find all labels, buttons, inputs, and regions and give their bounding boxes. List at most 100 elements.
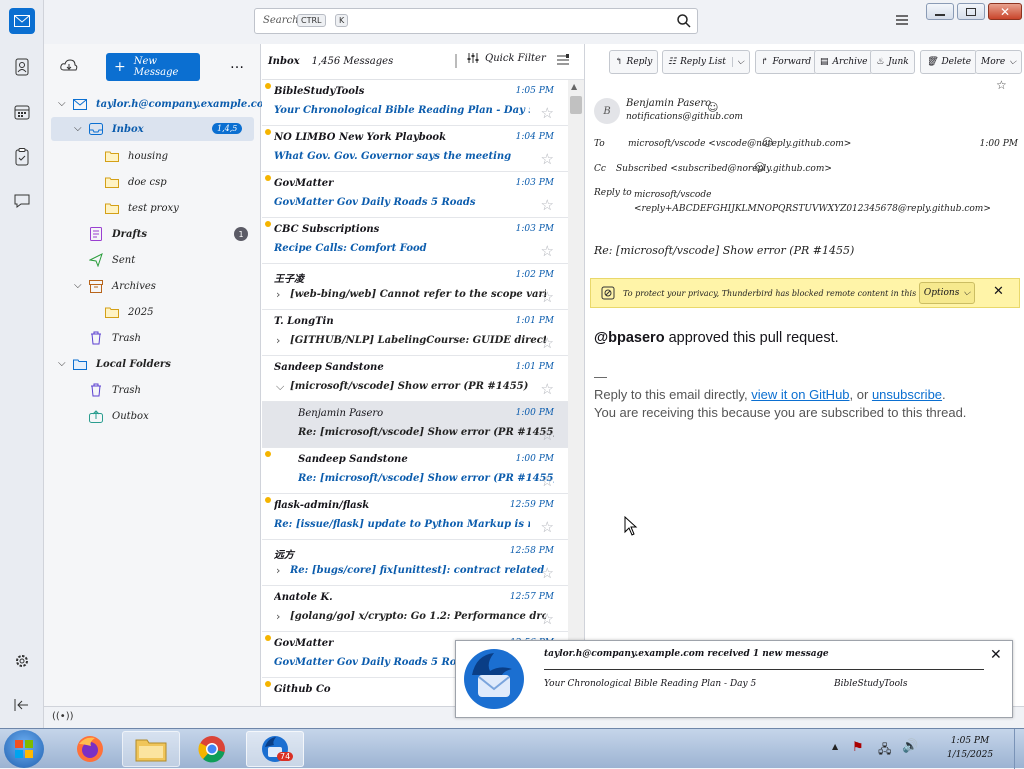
chevron-right-icon[interactable]: › bbox=[276, 610, 280, 623]
star-icon[interactable]: ☆ bbox=[541, 518, 554, 536]
message-row[interactable]: T. LongTin › [GITHUB/NLP] LabelingCourse: … bbox=[262, 310, 568, 356]
clock[interactable]: 1:05 PM 1/15/2025 bbox=[932, 734, 1008, 762]
online-status-icon[interactable]: ((•)) bbox=[52, 711, 74, 722]
more-button[interactable]: More ⌵ bbox=[975, 50, 1023, 74]
delete-button[interactable]: 🗑 Delete bbox=[920, 50, 978, 74]
close-notification-button[interactable]: ✕ bbox=[990, 647, 1002, 663]
network-icon[interactable]: 🖧 bbox=[878, 740, 891, 761]
star-icon[interactable]: ☆ bbox=[541, 334, 554, 352]
reply-button[interactable]: ↰ Reply bbox=[609, 50, 659, 74]
get-messages-button[interactable] bbox=[60, 58, 78, 77]
search-input[interactable]: Search... CTRL K bbox=[254, 8, 698, 34]
chevron-down-icon[interactable]: ⌵ bbox=[276, 380, 284, 394]
folder-archive-year[interactable]: 2025 bbox=[104, 301, 153, 323]
message-row[interactable]: 远方 › Re: [bugs/core] fix[unittest]: contra… bbox=[262, 540, 568, 586]
star-icon[interactable]: ☆ bbox=[541, 196, 554, 214]
scroll-up-icon[interactable]: ▲ bbox=[571, 82, 577, 91]
banner-options-button[interactable]: Options ⌵ bbox=[919, 282, 975, 304]
message-row[interactable]: flask-admin/flask Re: [issue/flask] updat… bbox=[262, 494, 568, 540]
taskbar-explorer[interactable] bbox=[122, 731, 180, 767]
action-center-icon[interactable]: ⚑ bbox=[852, 740, 864, 755]
contact-icon[interactable]: ☺ bbox=[762, 136, 773, 149]
folder-item[interactable]: test proxy bbox=[104, 197, 179, 219]
folder-inbox[interactable]: Inbox bbox=[88, 118, 144, 140]
chevron-down-icon[interactable]: ⌵ bbox=[74, 280, 82, 291]
chevron-down-icon[interactable]: ⌵ bbox=[58, 98, 66, 109]
chevron-right-icon[interactable]: › bbox=[276, 564, 280, 577]
close-banner-button[interactable]: ✕ bbox=[993, 284, 1004, 299]
message-row[interactable]: Sandeep Sandstone Re: [microsoft/vscode] … bbox=[262, 448, 568, 494]
star-icon[interactable]: ☆ bbox=[541, 104, 554, 122]
message-row[interactable]: 王子凌 › [web-bing/web] Cannot refer to the s… bbox=[262, 264, 568, 310]
message-row[interactable]: NO LIMBO New York Playbook What Gov. Gov.… bbox=[262, 126, 568, 172]
chevron-down-icon[interactable]: ⌵ bbox=[732, 57, 744, 67]
reply-to-value[interactable]: microsoft/vscode <reply+ABCDEFGHIJKLMNOP… bbox=[634, 188, 1020, 216]
folder-sent[interactable]: Sent bbox=[88, 249, 135, 271]
star-icon[interactable]: ☆ bbox=[541, 150, 554, 168]
folder-item[interactable]: doe csp bbox=[104, 171, 167, 193]
scroll-thumb[interactable] bbox=[570, 96, 582, 114]
show-hidden-icons-button[interactable]: ▲ bbox=[832, 742, 838, 751]
sender-email[interactable]: notifications@github.com bbox=[626, 112, 743, 122]
sender-name[interactable]: Benjamin Pasero bbox=[626, 98, 711, 109]
chevron-right-icon[interactable]: › bbox=[276, 288, 280, 301]
forward-button[interactable]: ↱ Forward bbox=[755, 50, 818, 74]
message-row[interactable]: BibleStudyTools Your Chronological Bible … bbox=[262, 80, 568, 126]
to-value[interactable]: microsoft/vscode <vscode@noreply.github.… bbox=[628, 139, 851, 149]
show-desktop-button[interactable] bbox=[1014, 729, 1024, 769]
cc-value[interactable]: Subscribed <subscribed@noreply.github.co… bbox=[616, 164, 832, 174]
new-message-button[interactable]: + New Message bbox=[106, 53, 200, 81]
message-row[interactable]: Sandeep Sandstone ⌵ [microsoft/vscode] Sho… bbox=[262, 356, 568, 402]
reply-list-button[interactable]: ☷ Reply List ⌵ bbox=[662, 50, 750, 74]
chevron-down-icon[interactable]: ⌵ bbox=[58, 358, 66, 369]
message-row[interactable]: Anatole K. › [golang/go] x/crypto: Go 1.2:… bbox=[262, 586, 568, 632]
chevron-right-icon[interactable]: › bbox=[276, 334, 280, 347]
calendar-button[interactable] bbox=[9, 99, 35, 125]
junk-button[interactable]: ♨ Junk bbox=[870, 50, 915, 74]
minimize-button[interactable] bbox=[926, 3, 954, 20]
message-row[interactable]: Benjamin Pasero Re: [microsoft/vscode] Sh… bbox=[262, 402, 568, 448]
star-message-button[interactable]: ☆ bbox=[996, 78, 1007, 92]
taskbar-chrome[interactable] bbox=[184, 731, 240, 767]
message-row[interactable]: GovMatter GovMatter Gov Daily Roads 5 Roa… bbox=[262, 172, 568, 218]
contact-icon[interactable]: ☺ bbox=[754, 161, 765, 174]
address-book-button[interactable] bbox=[9, 54, 35, 80]
mail-space-button[interactable] bbox=[9, 8, 35, 34]
app-menu-button[interactable] bbox=[895, 14, 909, 29]
close-window-button[interactable]: ✕ bbox=[988, 3, 1022, 20]
list-display-options-button[interactable] bbox=[556, 53, 570, 70]
start-button[interactable] bbox=[4, 730, 44, 768]
star-icon[interactable]: ☆ bbox=[541, 564, 554, 582]
quick-filter-button[interactable]: Quick Filter bbox=[467, 52, 546, 64]
star-icon[interactable]: ☆ bbox=[541, 426, 554, 444]
contact-icon[interactable]: ☺ bbox=[707, 101, 718, 114]
folder-archives[interactable]: Archives bbox=[88, 275, 156, 297]
maximize-button[interactable] bbox=[957, 3, 985, 20]
local-folders-row[interactable]: Local Folders bbox=[72, 353, 171, 375]
star-icon[interactable]: ☆ bbox=[541, 472, 554, 490]
folder-outbox[interactable]: Outbox bbox=[88, 405, 149, 427]
taskbar-firefox[interactable] bbox=[62, 731, 118, 767]
star-icon[interactable]: ☆ bbox=[541, 380, 554, 398]
collapse-spaces-button[interactable] bbox=[9, 692, 35, 718]
view-on-github-link[interactable]: view it on GitHub bbox=[751, 387, 849, 402]
message-row[interactable]: CBC Subscriptions Recipe Calls: Comfort F… bbox=[262, 218, 568, 264]
tasks-button[interactable] bbox=[9, 144, 35, 170]
message-list-scrollbar[interactable]: ▲ bbox=[568, 80, 584, 706]
folder-item[interactable]: housing bbox=[104, 145, 168, 167]
folder-pane-menu-button[interactable]: … bbox=[230, 56, 244, 72]
taskbar-thunderbird[interactable]: 74 bbox=[246, 731, 304, 767]
new-mail-notification[interactable]: taylor.h@company.example.com received 1 … bbox=[455, 640, 1013, 718]
mention[interactable]: @bpasero bbox=[594, 330, 665, 346]
folder-drafts[interactable]: Drafts bbox=[88, 223, 147, 245]
account-row[interactable]: taylor.h@company.example.com bbox=[72, 93, 274, 115]
volume-icon[interactable]: 🔊 bbox=[902, 739, 918, 754]
chat-button[interactable] bbox=[9, 188, 35, 214]
star-icon[interactable]: ☆ bbox=[541, 288, 554, 306]
folder-local-trash[interactable]: Trash bbox=[88, 379, 141, 401]
star-icon[interactable]: ☆ bbox=[541, 610, 554, 628]
archive-button[interactable]: ▤ Archive bbox=[814, 50, 874, 74]
star-icon[interactable]: ☆ bbox=[541, 242, 554, 260]
chevron-down-icon[interactable]: ⌵ bbox=[74, 123, 82, 134]
unsubscribe-link[interactable]: unsubscribe bbox=[872, 387, 942, 402]
